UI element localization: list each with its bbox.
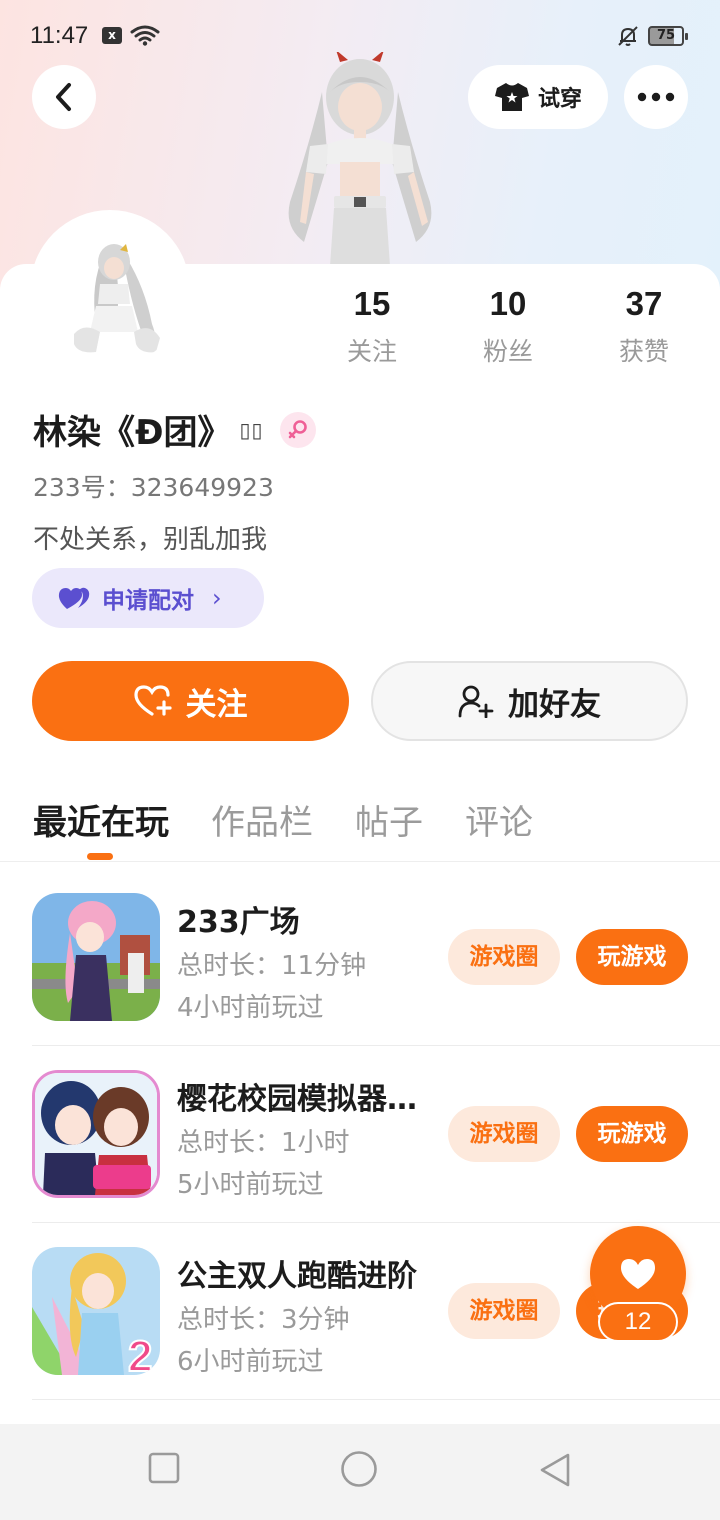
game-last-played: 6小时前玩过	[177, 1347, 324, 1377]
more-dots-icon	[637, 92, 675, 102]
request-match-label: 申请配对	[102, 588, 194, 614]
status-time: 11:47	[30, 22, 89, 49]
profile-name-row: 林染《Đ团》 ▯▯	[33, 405, 316, 454]
play-game-button[interactable]: 玩游戏	[576, 929, 688, 985]
game-circle-button[interactable]: 游戏圈	[448, 1283, 560, 1339]
stat-value: 15	[353, 285, 391, 322]
avatar-image	[34, 214, 186, 366]
stat-following[interactable]: 15 关注	[312, 284, 432, 368]
like-count-badge: 12	[598, 1302, 678, 1342]
profile-bio: 不处关系，别乱加我	[33, 525, 268, 555]
wifi-icon	[130, 25, 160, 46]
profile-tabs: 最近在玩 作品栏 帖子 评论	[33, 795, 533, 844]
list-divider	[32, 1399, 720, 1400]
list-divider	[32, 1222, 720, 1223]
game-title: 公主双人跑酷进阶	[177, 1259, 417, 1294]
battery-indicator: 75	[648, 26, 688, 46]
try-on-button[interactable]: 试穿	[468, 65, 608, 129]
circle-icon[interactable]	[340, 1450, 378, 1488]
game-icon: 2	[32, 1247, 160, 1375]
game-duration: 总时长：11分钟	[177, 951, 367, 981]
stat-label: 粉丝	[482, 337, 533, 366]
game-circle-button[interactable]: 游戏圈	[448, 929, 560, 985]
svg-text:2: 2	[128, 1332, 152, 1375]
game-title: 233广场	[177, 905, 300, 940]
tabs-divider	[0, 861, 720, 862]
list-divider	[32, 1045, 720, 1046]
chevron-right-icon: ›	[212, 584, 222, 612]
chevron-left-icon	[56, 83, 71, 111]
avatar[interactable]	[34, 214, 186, 366]
game-title: 樱花校园模拟器…	[177, 1082, 417, 1117]
twin-heart-icon	[58, 587, 90, 609]
list-item[interactable]: 233广场 总时长：11分钟 4小时前玩过 游戏圈 玩游戏	[0, 893, 720, 1070]
add-friend-button[interactable]: 加好友	[371, 661, 688, 741]
game-circle-button[interactable]: 游戏圈	[448, 1106, 560, 1162]
list-item[interactable]: 樱花校园模拟器… 总时长：1小时 5小时前玩过 游戏圈 玩游戏	[0, 1070, 720, 1247]
user-id: 233号：323649923	[33, 473, 274, 502]
heart-plus-icon	[133, 685, 172, 716]
tab-comments[interactable]: 评论	[465, 795, 533, 844]
stat-label: 关注	[346, 337, 397, 366]
game-last-played: 4小时前玩过	[177, 993, 324, 1023]
game-duration: 总时长：1小时	[177, 1128, 350, 1158]
stat-likes[interactable]: 37 获赞	[584, 284, 704, 368]
back-button[interactable]	[32, 65, 96, 129]
stat-followers[interactable]: 10 粉丝	[448, 284, 568, 368]
person-plus-icon	[458, 685, 494, 718]
heart-icon	[621, 1259, 655, 1289]
stat-value: 37	[625, 285, 663, 322]
profile-name-suffix: ▯▯	[239, 417, 264, 442]
tab-works[interactable]: 作品栏	[211, 795, 313, 844]
triangle-back-icon[interactable]	[538, 1452, 572, 1488]
try-on-label: 试穿	[537, 87, 582, 112]
tab-recently-played[interactable]: 最近在玩	[33, 795, 169, 844]
request-match-button[interactable]: 申请配对 ›	[32, 568, 264, 628]
stat-value: 10	[489, 285, 527, 322]
avatar-3d-figure	[288, 52, 432, 266]
game-last-played: 5小时前玩过	[177, 1170, 324, 1200]
add-friend-label: 加好友	[508, 686, 601, 723]
stat-label: 获赞	[618, 337, 669, 366]
follow-button[interactable]: 关注	[32, 661, 349, 741]
profile-name: 林染《Đ团》	[33, 413, 232, 453]
follow-label: 关注	[185, 686, 248, 723]
system-nav-bar	[0, 1424, 720, 1520]
game-icon	[32, 1070, 160, 1198]
female-gender-icon	[279, 411, 316, 448]
tab-posts[interactable]: 帖子	[355, 795, 423, 844]
square-icon[interactable]	[148, 1452, 180, 1484]
notification-icon: x	[102, 27, 122, 44]
active-tab-indicator	[87, 853, 113, 860]
play-game-button[interactable]: 玩游戏	[576, 1106, 688, 1162]
more-button[interactable]	[624, 65, 688, 129]
bell-muted-icon	[618, 26, 638, 46]
game-icon	[32, 893, 160, 1021]
tshirt-icon	[494, 83, 529, 111]
game-duration: 总时长：3分钟	[177, 1305, 350, 1335]
